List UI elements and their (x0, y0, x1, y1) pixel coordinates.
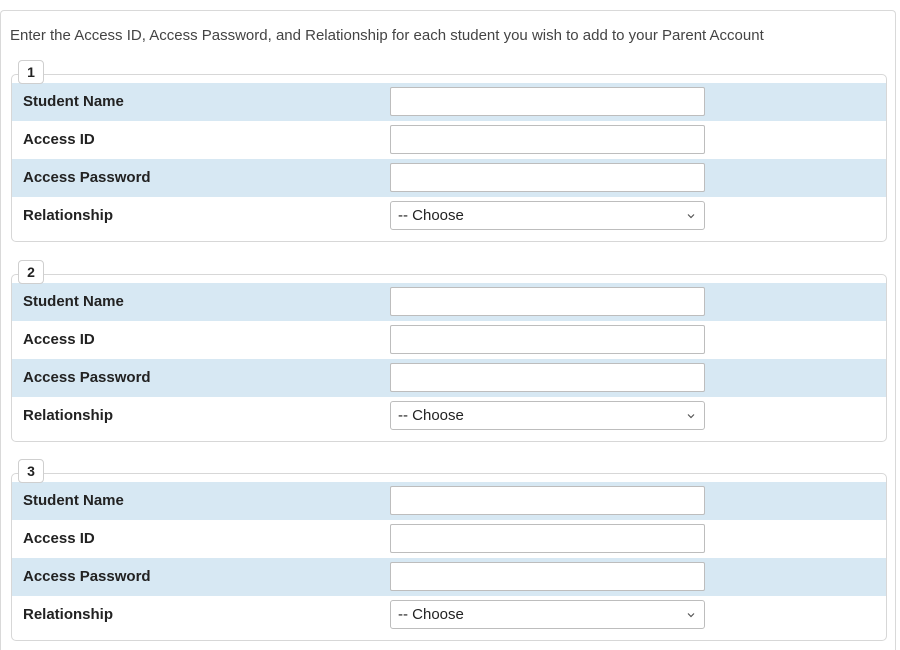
student-name-input[interactable] (390, 287, 705, 316)
instructions-text: Enter the Access ID, Access Password, an… (10, 27, 764, 44)
access-id-label: Access ID (23, 331, 95, 348)
chevron-down-icon (687, 414, 695, 419)
access-id-row: Access ID (12, 520, 886, 558)
access-id-row: Access ID (12, 121, 886, 159)
access-password-label: Access Password (23, 568, 151, 585)
chevron-down-icon (687, 214, 695, 219)
access-password-input[interactable] (390, 163, 705, 192)
relationship-label: Relationship (23, 606, 114, 623)
access-password-input[interactable] (390, 562, 705, 591)
access-id-row: Access ID (12, 321, 886, 359)
relationship-select-value: -- Choose (398, 207, 464, 224)
relationship-select[interactable]: -- Choose (390, 201, 705, 230)
relationship-row: Relationship -- Choose (12, 397, 886, 435)
access-password-row: Access Password (12, 159, 886, 197)
access-id-input[interactable] (390, 524, 705, 553)
student-fieldset: Student Name Access ID Access Password R… (11, 473, 887, 641)
access-id-input[interactable] (390, 125, 705, 154)
relationship-select[interactable]: -- Choose (390, 401, 705, 430)
relationship-row: Relationship -- Choose (12, 197, 886, 235)
relationship-label: Relationship (23, 207, 114, 224)
student-number-badge: 3 (18, 459, 44, 483)
student-name-label: Student Name (23, 93, 124, 110)
access-id-input[interactable] (390, 325, 705, 354)
student-name-input[interactable] (390, 87, 705, 116)
student-name-label: Student Name (23, 492, 124, 509)
student-name-row: Student Name (12, 83, 886, 121)
access-password-label: Access Password (23, 369, 151, 386)
student-fieldset: Student Name Access ID Access Password R… (11, 74, 887, 242)
access-password-row: Access Password (12, 558, 886, 596)
access-password-input[interactable] (390, 363, 705, 392)
student-name-input[interactable] (390, 486, 705, 515)
relationship-select-value: -- Choose (398, 407, 464, 424)
relationship-select[interactable]: -- Choose (390, 600, 705, 629)
student-number-badge: 2 (18, 260, 44, 284)
relationship-row: Relationship -- Choose (12, 596, 886, 634)
access-password-label: Access Password (23, 169, 151, 186)
student-fieldset: Student Name Access ID Access Password R… (11, 274, 887, 442)
access-id-label: Access ID (23, 131, 95, 148)
relationship-select-value: -- Choose (398, 606, 464, 623)
access-password-row: Access Password (12, 359, 886, 397)
relationship-label: Relationship (23, 407, 114, 424)
chevron-down-icon (687, 613, 695, 618)
student-name-row: Student Name (12, 482, 886, 520)
access-id-label: Access ID (23, 530, 95, 547)
student-number-badge: 1 (18, 60, 44, 84)
student-name-row: Student Name (12, 283, 886, 321)
student-name-label: Student Name (23, 293, 124, 310)
